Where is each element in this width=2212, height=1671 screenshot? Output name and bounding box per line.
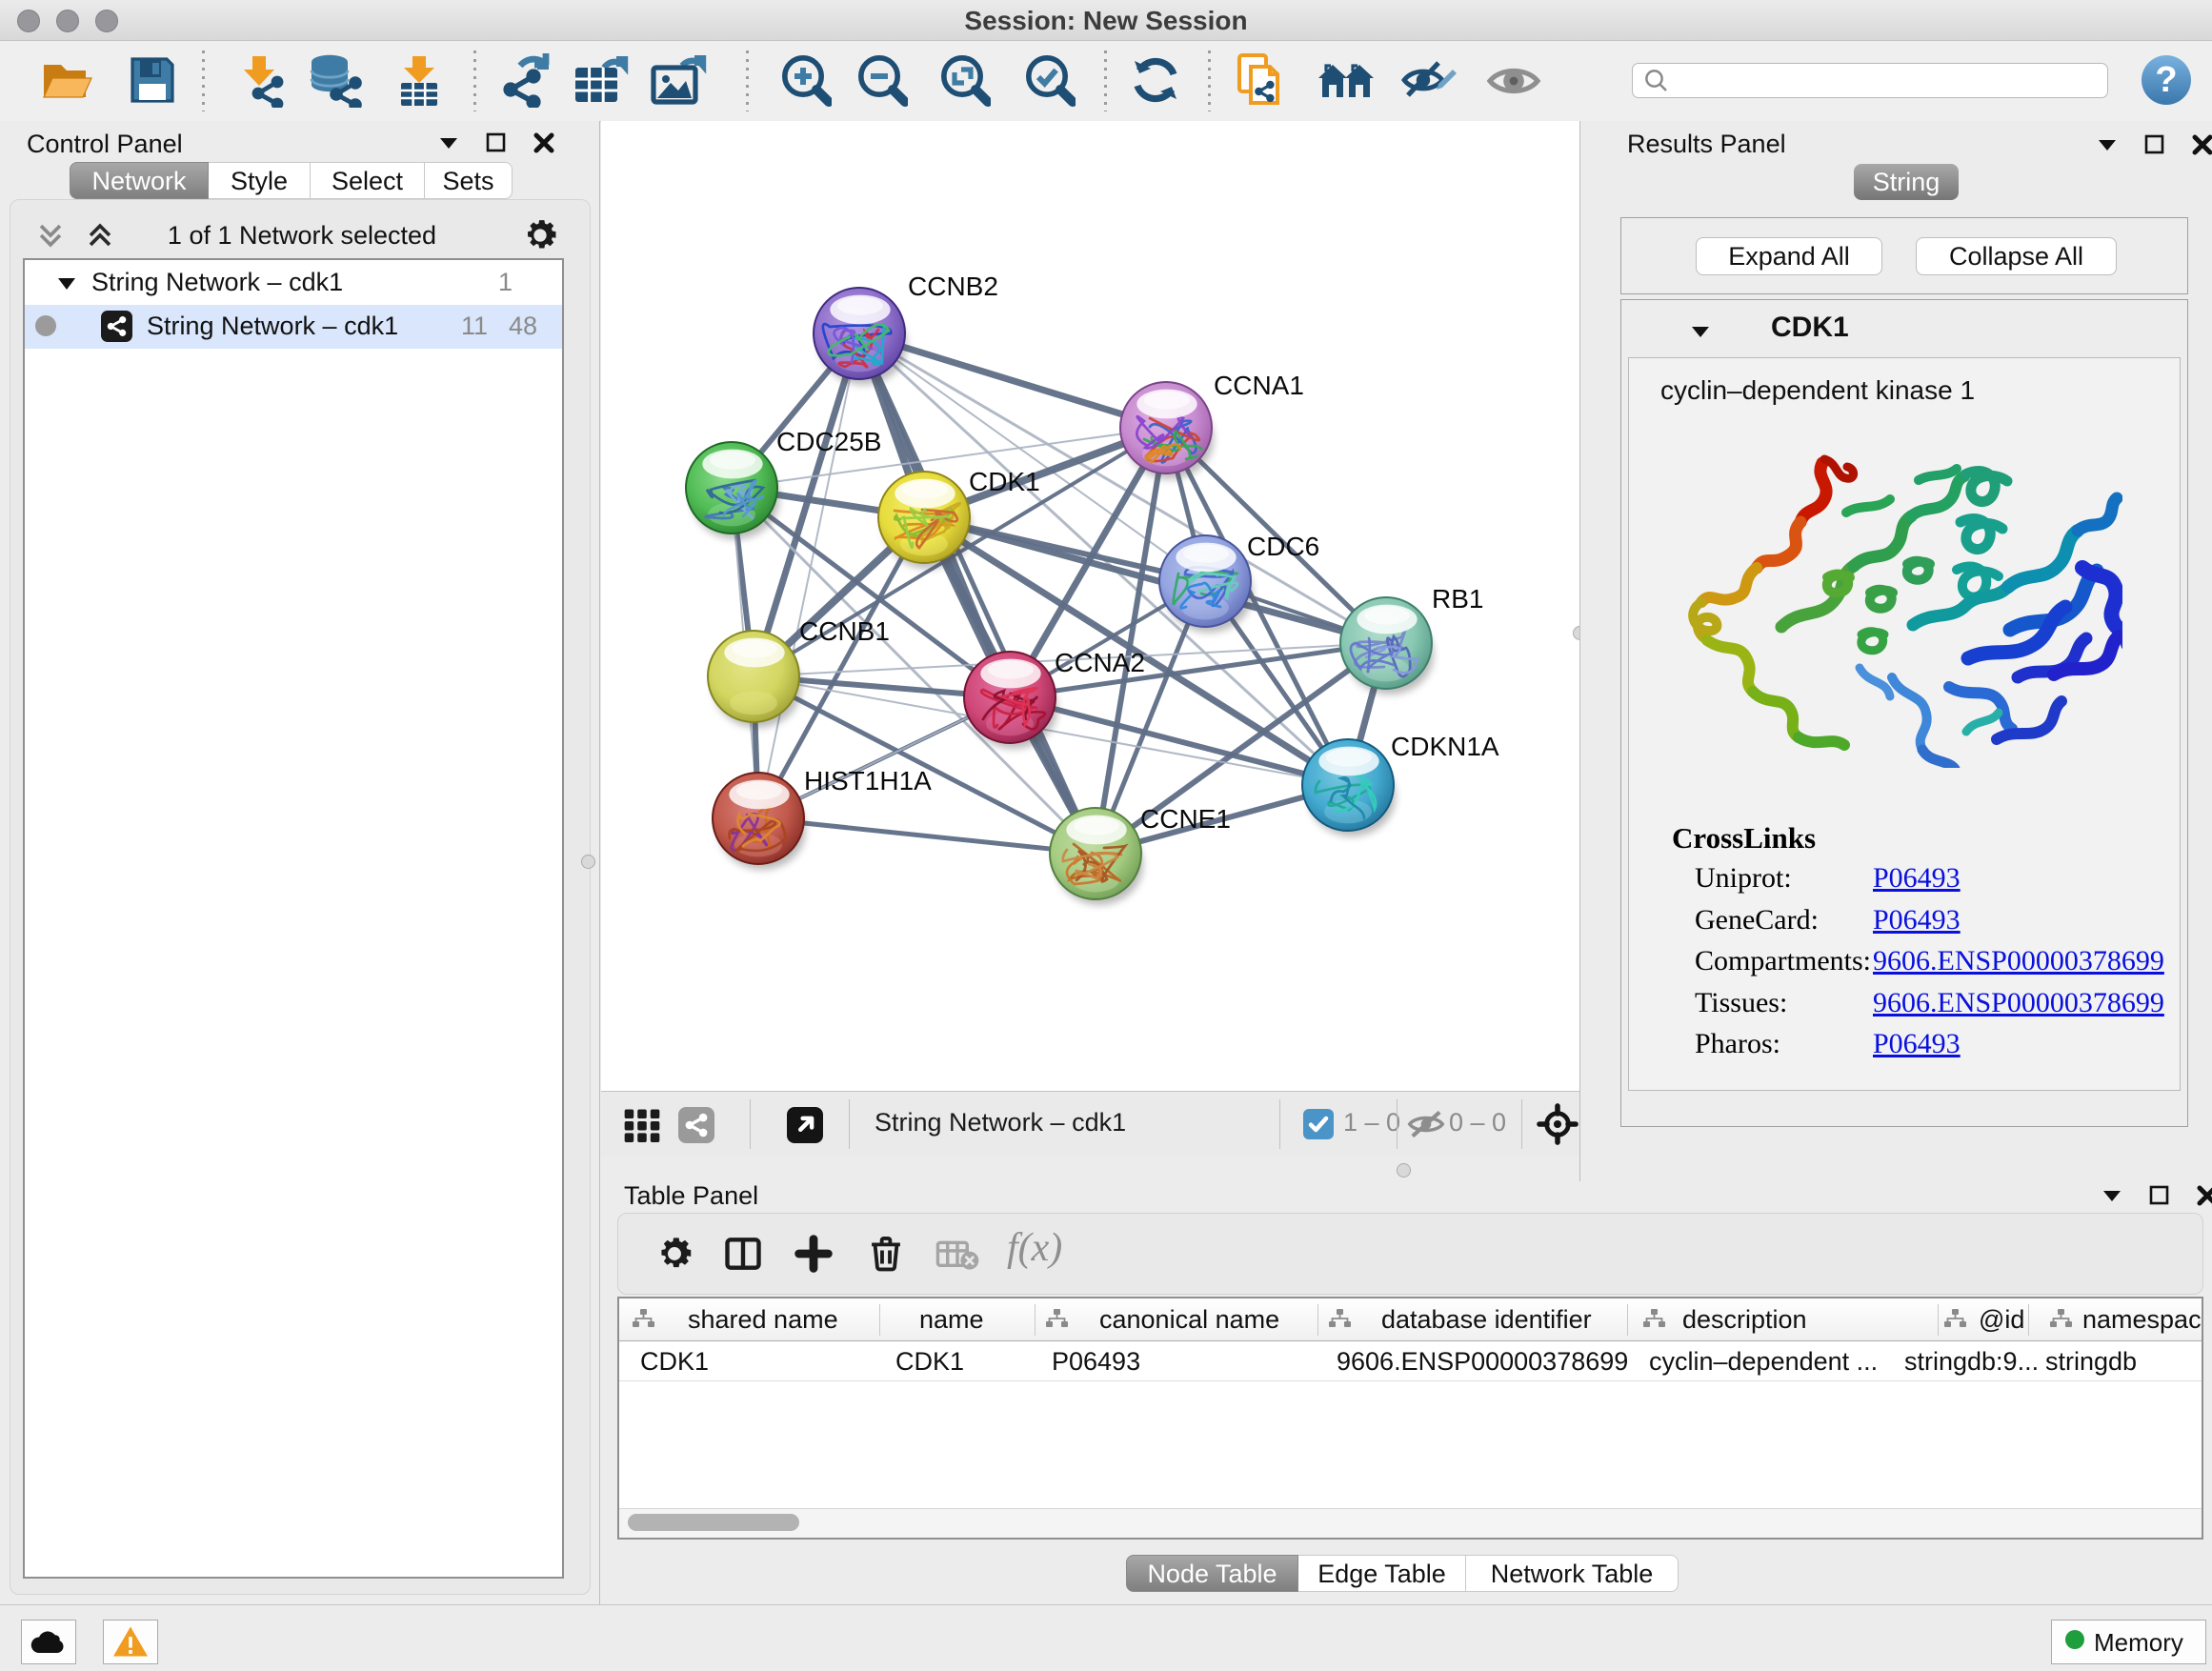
svg-text:CCNB1: CCNB1 [799,616,890,646]
svg-text:HIST1H1A: HIST1H1A [804,766,932,795]
svg-text:RB1: RB1 [1432,584,1483,614]
svg-text:CDC6: CDC6 [1247,532,1319,561]
svg-text:CCNA2: CCNA2 [1055,648,1145,677]
svg-text:CDKN1A: CDKN1A [1391,732,1499,761]
svg-text:CDK1: CDK1 [969,467,1040,496]
svg-text:CDC25B: CDC25B [776,427,881,456]
svg-text:CCNE1: CCNE1 [1140,804,1231,834]
svg-text:CCNB2: CCNB2 [908,272,998,301]
svg-text:CCNA1: CCNA1 [1214,371,1304,400]
